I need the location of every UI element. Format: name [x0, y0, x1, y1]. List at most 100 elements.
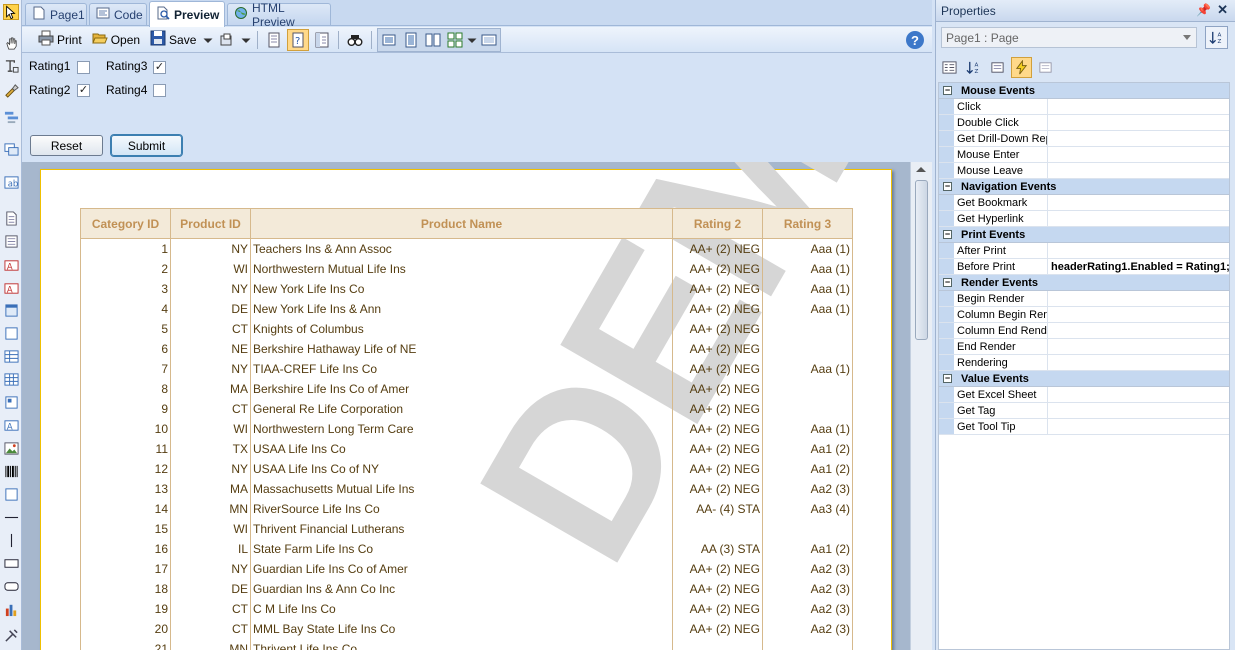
property-row[interactable]: Get Tool Tip — [939, 419, 1229, 435]
property-row[interactable]: Mouse Leave — [939, 163, 1229, 179]
export-dropdown-arrow[interactable] — [240, 29, 252, 51]
text-tool-icon[interactable] — [3, 58, 19, 74]
format-painter-icon[interactable] — [3, 82, 19, 98]
property-value[interactable] — [1048, 131, 1229, 146]
property-value[interactable] — [1048, 163, 1229, 178]
property-row[interactable]: Before Print headerRating1.Enabled = Rati… — [939, 259, 1229, 275]
property-category[interactable]: − Navigation Events — [939, 179, 1229, 195]
multiple-pages-icon[interactable] — [444, 29, 466, 51]
property-value[interactable] — [1048, 115, 1229, 130]
rating3-checkbox[interactable]: ✓ — [153, 61, 166, 74]
crosstab-tool-icon[interactable] — [3, 371, 19, 387]
property-row[interactable]: Get Excel Sheet — [939, 387, 1229, 403]
reset-button[interactable]: Reset — [30, 135, 103, 156]
property-category[interactable]: − Print Events — [939, 227, 1229, 243]
categorized-icon[interactable] — [939, 57, 960, 78]
submit-button[interactable]: Submit — [110, 134, 183, 157]
close-icon[interactable]: ✕ — [1217, 2, 1228, 18]
property-row[interactable]: Get Hyperlink — [939, 211, 1229, 227]
object-selector[interactable]: Page1 : Page — [941, 27, 1197, 48]
tab-code[interactable]: Code — [89, 3, 147, 25]
property-value[interactable] — [1048, 243, 1229, 258]
checkbox-tool-icon[interactable] — [3, 486, 19, 502]
barcode-tool-icon[interactable] — [3, 463, 19, 479]
property-row[interactable]: Mouse Enter — [939, 147, 1229, 163]
alphabetical-icon[interactable]: AZ — [963, 57, 984, 78]
two-pages-icon[interactable] — [422, 29, 444, 51]
collapse-icon[interactable]: − — [943, 86, 952, 95]
property-category[interactable]: − Value Events — [939, 371, 1229, 387]
scroll-up-arrow[interactable] — [916, 167, 926, 172]
field-tool-icon[interactable]: ab — [3, 174, 19, 190]
pin-icon[interactable]: 📌 — [1196, 3, 1211, 17]
tab-preview[interactable]: Preview — [149, 1, 225, 27]
property-row[interactable]: Begin Render — [939, 291, 1229, 307]
property-row[interactable]: Get Tag — [939, 403, 1229, 419]
property-value[interactable] — [1048, 307, 1229, 322]
single-page-icon[interactable] — [378, 29, 400, 51]
continuous-page-icon[interactable] — [400, 29, 422, 51]
horizontal-line-tool-icon[interactable] — [3, 509, 19, 525]
property-category[interactable]: − Mouse Events — [939, 83, 1229, 99]
group-header-icon[interactable] — [3, 108, 19, 124]
property-row[interactable]: Click — [939, 99, 1229, 115]
rating4-checkbox[interactable] — [153, 84, 166, 97]
property-row[interactable]: Column End Rende — [939, 323, 1229, 339]
property-row[interactable]: Column Begin Rend — [939, 307, 1229, 323]
page-setup-icon[interactable] — [263, 29, 285, 51]
events-icon[interactable] — [1011, 56, 1032, 78]
property-value[interactable] — [1048, 211, 1229, 226]
property-pages-icon[interactable] — [987, 57, 1008, 78]
tab-html-preview[interactable]: HTML Preview — [227, 1, 331, 29]
textbox-tool-icon[interactable]: A — [3, 280, 19, 296]
image-tool-icon[interactable] — [3, 440, 19, 456]
property-row[interactable]: Get Bookmark — [939, 195, 1229, 211]
find-icon[interactable] — [344, 29, 366, 51]
property-value[interactable] — [1048, 291, 1229, 306]
page-tool-icon[interactable] — [3, 210, 19, 226]
scroll-thumb[interactable] — [915, 180, 928, 340]
matrix-tool-icon[interactable] — [3, 394, 19, 410]
save-dropdown-arrow[interactable] — [202, 29, 214, 51]
property-category[interactable]: − Render Events — [939, 275, 1229, 291]
property-value[interactable] — [1048, 99, 1229, 114]
chart-tool-icon[interactable] — [3, 601, 19, 617]
property-row[interactable]: After Print — [939, 243, 1229, 259]
print-button[interactable]: Print — [34, 29, 86, 51]
outline-pane-icon[interactable] — [311, 29, 333, 51]
pages-dropdown-arrow[interactable] — [466, 29, 478, 51]
property-value[interactable] — [1048, 339, 1229, 354]
extra-pages-icon[interactable] — [1035, 57, 1056, 78]
collapse-icon[interactable]: − — [943, 374, 952, 383]
rich-text-tool-icon[interactable]: A — [3, 417, 19, 433]
rounded-rect-tool-icon[interactable] — [3, 578, 19, 594]
hand-tool-icon[interactable] — [3, 35, 19, 51]
sort-icon[interactable]: AZ — [1205, 26, 1228, 49]
property-row[interactable]: Rendering — [939, 355, 1229, 371]
panel-tool-icon[interactable] — [3, 302, 19, 318]
table-tool-icon[interactable] — [3, 348, 19, 364]
help-icon[interactable]: ? — [906, 31, 924, 49]
property-row[interactable]: Double Click — [939, 115, 1229, 131]
rating1-checkbox[interactable] — [77, 61, 90, 74]
vertical-scrollbar[interactable] — [910, 162, 932, 650]
property-value[interactable] — [1048, 419, 1229, 434]
pointer-tool-icon[interactable] — [3, 4, 19, 20]
list-tool-icon[interactable] — [3, 233, 19, 249]
property-value[interactable] — [1048, 147, 1229, 162]
collapse-icon[interactable]: − — [943, 182, 952, 191]
property-row[interactable]: Get Drill-Down Rep — [939, 131, 1229, 147]
fullscreen-icon[interactable] — [478, 29, 500, 51]
parameters-pane-icon[interactable]: ? — [287, 28, 310, 51]
save-button[interactable]: Save — [146, 29, 200, 51]
tab-page1[interactable]: Page1 — [25, 3, 87, 25]
rectangle-tool-icon[interactable] — [3, 555, 19, 571]
report-preview-area[interactable]: DEMO Category ID Product ID Product Name Ra… — [22, 162, 910, 650]
export-icon[interactable] — [216, 29, 238, 51]
label-tool-icon[interactable]: A — [3, 257, 19, 273]
collapse-icon[interactable]: − — [943, 278, 952, 287]
property-value[interactable] — [1048, 195, 1229, 210]
shape-tool-icon[interactable] — [3, 325, 19, 341]
tools-icon[interactable] — [3, 627, 19, 643]
subreport-tool-icon[interactable] — [3, 141, 19, 157]
